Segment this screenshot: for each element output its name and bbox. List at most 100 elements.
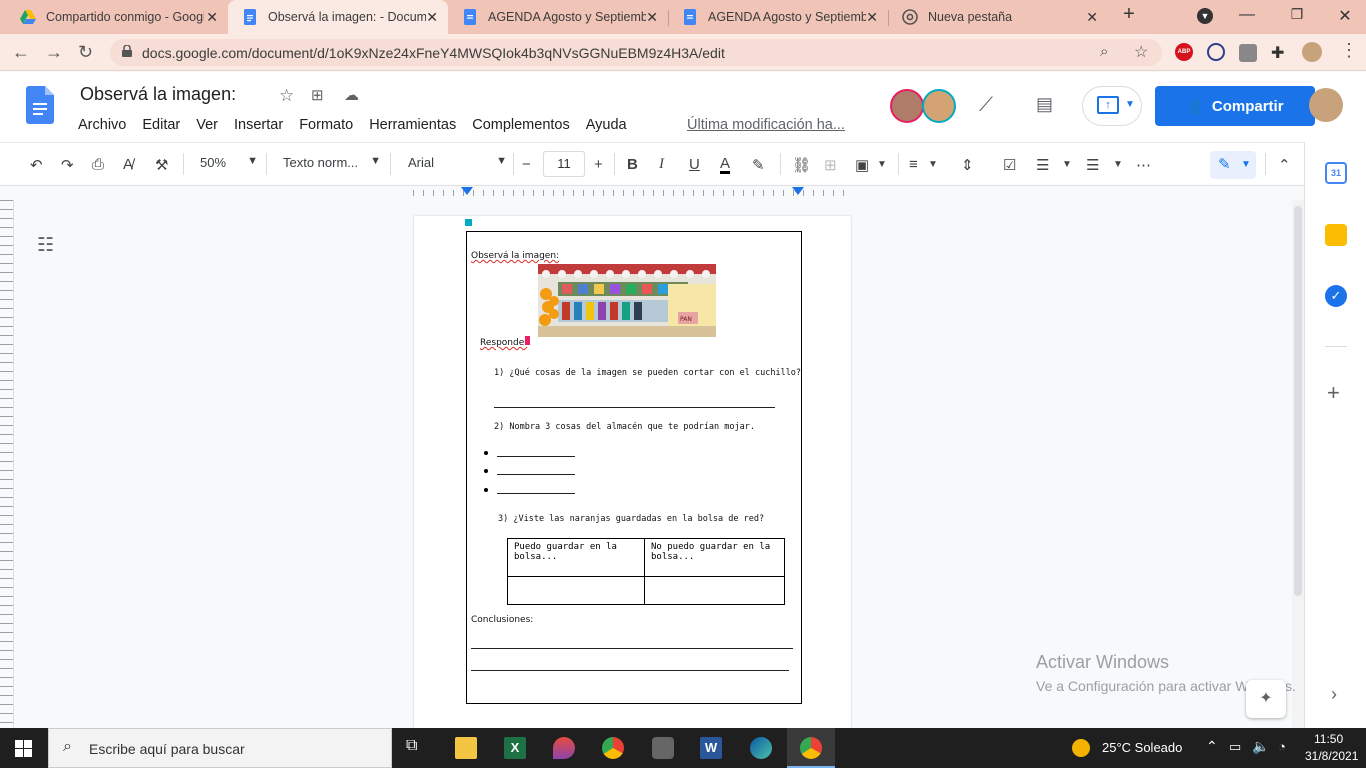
file-explorer-icon[interactable] [455, 737, 477, 759]
menu-ver[interactable]: Ver [196, 117, 218, 133]
reload-icon[interactable]: ↻ [78, 42, 93, 63]
numbered-list-icon[interactable]: ☰ [1086, 156, 1099, 174]
vertical-scrollbar[interactable] [1292, 200, 1304, 728]
present-button[interactable]: ↑ ▼ [1082, 86, 1142, 126]
weather-text[interactable]: 25°C Soleado [1102, 740, 1182, 755]
collaborator-avatar[interactable] [922, 89, 956, 123]
block-icon[interactable] [1207, 43, 1225, 61]
document-page[interactable]: Observá la imagen: PAN Responde: 1) ¿Qué… [414, 216, 851, 736]
undo-icon[interactable]: ↶ [30, 156, 43, 174]
bulleted-list-icon[interactable]: ☰ [1036, 156, 1049, 174]
tab-docs-active[interactable]: Observá la imagen: - Docum ✕ [228, 0, 448, 34]
close-tab-icon[interactable]: ✕ [866, 9, 878, 26]
task-view-icon[interactable]: ⧉ [406, 737, 428, 759]
minimize-icon[interactable]: — [1237, 6, 1257, 24]
zoom-select[interactable]: 50% ▼ [200, 155, 258, 170]
edge-icon[interactable] [750, 737, 772, 759]
checklist-icon[interactable]: ☑ [1003, 156, 1016, 174]
menu-herramientas[interactable]: Herramientas [369, 117, 456, 133]
explore-button[interactable]: ✦ [1246, 680, 1286, 718]
battery-icon[interactable]: ▭ [1229, 739, 1241, 755]
tab-agenda-2[interactable]: AGENDA Agosto y Septiembr ✕ [668, 0, 888, 34]
chevron-up-icon[interactable]: ⌃ [1206, 738, 1218, 755]
chevron-down-icon[interactable]: ▼ [928, 159, 938, 170]
sorting-table[interactable]: Puedo guardar en la bolsa... No puedo gu… [507, 538, 785, 605]
keep-icon[interactable] [1325, 224, 1347, 246]
network-icon[interactable]: ◔ [1278, 739, 1286, 754]
comments-icon[interactable]: ▤ [1036, 94, 1053, 115]
menu-archivo[interactable]: Archivo [78, 117, 126, 133]
windows-start-icon[interactable] [15, 740, 32, 757]
table-cell[interactable] [644, 576, 785, 605]
add-addon-icon[interactable]: + [1327, 380, 1340, 406]
word-icon[interactable]: W [700, 737, 722, 759]
font-size-input[interactable]: 11 [543, 151, 585, 177]
menu-insertar[interactable]: Insertar [234, 117, 283, 133]
document-outline-icon[interactable]: ☷ [37, 234, 54, 257]
adblock-icon[interactable]: ABP [1175, 43, 1193, 61]
close-tab-icon[interactable]: ✕ [646, 9, 658, 26]
chevron-down-icon[interactable]: ▼ [1113, 159, 1123, 170]
bold-icon[interactable]: B [627, 156, 638, 173]
collapse-toolbar-icon[interactable]: ⌃ [1278, 156, 1291, 174]
puzzle-icon[interactable]: ✚ [1271, 43, 1289, 62]
store-shelves-image[interactable]: PAN [538, 264, 716, 337]
tab-search-icon[interactable]: ▼ [1197, 8, 1213, 24]
taskbar-search[interactable]: ⌕ Escribe aquí para buscar [48, 728, 392, 768]
extension-icon[interactable] [1239, 44, 1257, 62]
close-tab-icon[interactable]: ✕ [1086, 9, 1098, 26]
menu-complementos[interactable]: Complementos [472, 117, 570, 133]
cloud-status-icon[interactable]: ☁ [344, 86, 359, 104]
share-button[interactable]: 👤 Compartir [1155, 86, 1315, 126]
align-icon[interactable]: ≡ [909, 156, 918, 173]
omnibox[interactable]: docs.google.com/document/d/1oK9xNze24xFn… [110, 39, 1162, 66]
forward-icon[interactable]: → [45, 42, 63, 63]
clock-time[interactable]: 11:50 [1314, 732, 1343, 746]
style-select[interactable]: Texto norm... ▼ [283, 155, 381, 170]
collaborator-avatar[interactable] [890, 89, 924, 123]
close-window-icon[interactable]: ✕ [1335, 6, 1355, 26]
increase-font-icon[interactable]: + [594, 156, 603, 173]
font-select[interactable]: Arial ▼ [408, 155, 507, 170]
document-title[interactable]: Observá la imagen: [80, 84, 236, 105]
chevron-down-icon[interactable]: ▼ [877, 159, 887, 170]
chrome-active-app[interactable] [787, 728, 835, 768]
underline-icon[interactable]: U [689, 156, 700, 173]
tasks-icon[interactable]: ✓ [1325, 285, 1347, 307]
excel-icon[interactable]: X [504, 737, 526, 759]
scrollbar-thumb[interactable] [1294, 206, 1302, 596]
link-icon[interactable]: ⛓ [792, 156, 811, 174]
bookmark-star-icon[interactable]: ☆ [1134, 42, 1148, 62]
clock-date[interactable]: 31/8/2021 [1305, 749, 1358, 763]
menu-editar[interactable]: Editar [142, 117, 180, 133]
editing-mode-button[interactable]: ✎ ▼ [1210, 151, 1256, 179]
highlight-icon[interactable]: ✎ [752, 156, 765, 174]
account-avatar[interactable] [1309, 88, 1343, 122]
chevron-down-icon[interactable]: ▼ [1062, 159, 1072, 170]
left-indent-marker[interactable] [461, 187, 473, 195]
last-modified-link[interactable]: Última modificación ha... [687, 117, 845, 133]
add-comment-icon[interactable]: ⊞ [824, 156, 837, 174]
menu-formato[interactable]: Formato [299, 117, 353, 133]
paint-app-icon[interactable] [553, 737, 575, 759]
back-icon[interactable]: ← [12, 42, 30, 63]
close-tab-icon[interactable]: ✕ [206, 9, 218, 26]
activity-trend-icon[interactable]: ⟋ [979, 94, 993, 117]
zoom-icon[interactable]: ⌕ [1100, 43, 1108, 60]
line-spacing-icon[interactable]: ⇕ [961, 156, 974, 174]
paint-format-icon[interactable]: ⚒ [155, 156, 168, 174]
star-icon[interactable]: ☆ [279, 86, 294, 106]
text-color-icon[interactable]: A [720, 156, 731, 174]
profile-avatar[interactable] [1302, 42, 1322, 62]
insert-image-icon[interactable]: ▣ [855, 156, 869, 174]
right-indent-marker[interactable] [792, 187, 804, 195]
tab-compartido[interactable]: Compartido conmigo - Googl ✕ [6, 0, 228, 34]
chrome-menu-icon[interactable]: ⋮ [1340, 40, 1358, 61]
docs-logo-icon[interactable] [26, 86, 54, 124]
print-icon[interactable]: ⎙ [92, 156, 104, 173]
more-options-icon[interactable]: ⋯ [1136, 156, 1151, 174]
tab-agenda-1[interactable]: AGENDA Agosto y Septiembr ✕ [448, 0, 668, 34]
move-folder-icon[interactable]: ⊞ [311, 86, 324, 104]
close-tab-icon[interactable]: ✕ [426, 9, 438, 26]
recorder-icon[interactable] [652, 737, 674, 759]
